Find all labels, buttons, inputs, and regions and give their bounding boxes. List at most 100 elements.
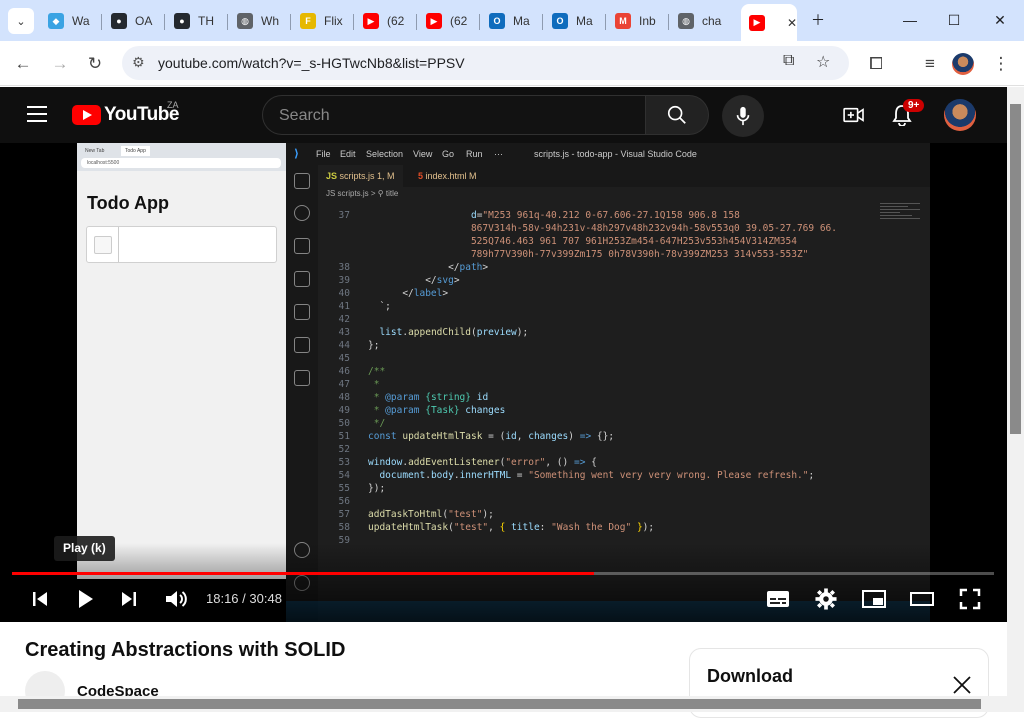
controls-gradient xyxy=(0,543,1007,623)
tab-separator xyxy=(416,14,417,30)
browser-tab[interactable]: ▶ ✕ xyxy=(741,4,797,41)
vscode-menu-item: Go xyxy=(442,149,455,159)
youtube-icon: ▶ xyxy=(426,13,442,29)
search-box[interactable] xyxy=(262,95,646,135)
miniplayer-button[interactable] xyxy=(861,586,887,612)
tab-separator xyxy=(353,14,354,30)
time-total: 30:48 xyxy=(249,591,282,606)
download-close-button[interactable] xyxy=(952,675,972,695)
subtitles-button[interactable] xyxy=(765,586,791,612)
vscode-logo-icon: ⟩ xyxy=(294,148,300,160)
browser-tab[interactable]: ● TH xyxy=(166,6,226,36)
editor-breadcrumb: JS scripts.js > ⚲ title xyxy=(326,189,399,198)
browser-tab[interactable]: ◆ Wa xyxy=(40,6,100,36)
theater-mode-button[interactable] xyxy=(909,586,935,612)
next-button[interactable] xyxy=(116,586,142,612)
editor-tab-index: 5 index.html M xyxy=(410,165,485,187)
notification-badge: 9+ xyxy=(903,99,925,112)
browser-tab[interactable]: ▶ (62 xyxy=(418,6,478,36)
address-bar[interactable]: ⚙ youtube.com/watch?v=_s-HGTwcNb8&list=P… xyxy=(122,46,849,80)
profile-avatar[interactable] xyxy=(952,53,974,75)
todo-app-title: Todo App xyxy=(87,193,169,213)
outlook-icon: O xyxy=(489,13,505,29)
close-icon xyxy=(953,676,971,694)
tab-search-button[interactable]: ⌄ xyxy=(8,8,34,34)
tab-separator xyxy=(290,14,291,30)
gear-icon xyxy=(815,588,837,610)
tab-label: scripts.js 1, M xyxy=(339,171,395,181)
todo-app-screenshot: New Tab Todo App localhost:5500 Todo App xyxy=(77,143,286,579)
browser-tab[interactable]: ◍ cha xyxy=(670,6,736,36)
account-avatar[interactable] xyxy=(944,99,976,131)
tab-favicon-diamond: ◆ xyxy=(48,13,64,29)
reload-button[interactable]: ↻ xyxy=(81,50,109,78)
volume-button[interactable] xyxy=(163,586,189,612)
voice-search-button[interactable] xyxy=(722,95,764,137)
horizontal-scrollbar[interactable] xyxy=(0,696,1007,712)
create-video-button[interactable] xyxy=(842,103,866,127)
browser-tab[interactable]: O Ma xyxy=(544,6,604,36)
window-close-button[interactable]: ✕ xyxy=(986,8,1014,32)
previous-button[interactable] xyxy=(27,586,53,612)
tab-separator xyxy=(605,14,606,30)
fullscreen-button[interactable] xyxy=(957,586,983,612)
vscode-titlebar: ⟩ File Edit Selection View Go Run ··· scripts.… xyxy=(286,143,930,165)
search-button[interactable] xyxy=(645,95,709,135)
maximize-button[interactable]: ☐ xyxy=(940,8,968,32)
menu-icon[interactable] xyxy=(27,106,47,122)
video-player[interactable]: New Tab Todo App localhost:5500 Todo App… xyxy=(0,143,1007,623)
youtube-icon: ▶ xyxy=(749,14,765,31)
mini-browser-chrome: New Tab Todo App localhost:5500 xyxy=(77,143,286,171)
extensions-icon[interactable]: ⧠ xyxy=(862,50,890,78)
tab-separator xyxy=(164,14,165,30)
browser-tab[interactable]: M Inb xyxy=(607,6,667,36)
progress-played xyxy=(12,572,594,575)
browser-tab-label: Flix xyxy=(324,14,343,28)
editor-tab-scripts: JS scripts.js 1, M xyxy=(318,165,403,187)
search-input[interactable] xyxy=(279,105,619,127)
vscode-menu-item: Edit xyxy=(340,149,356,159)
divider xyxy=(118,227,119,262)
time-display: 18:16 / 30:48 xyxy=(206,591,282,606)
browser-tab[interactable]: ▶ (62 xyxy=(355,6,415,36)
play-button[interactable] xyxy=(72,586,98,612)
address-url[interactable]: youtube.com/watch?v=_s-HGTwcNb8&list=PPS… xyxy=(158,55,465,71)
fullscreen-icon xyxy=(959,588,981,610)
vscode-menu-item: Selection xyxy=(366,149,404,159)
vscode-window-title: scripts.js - todo-app - Visual Studio Co… xyxy=(534,149,697,159)
progress-bar[interactable] xyxy=(12,572,994,575)
chrome-menu-icon[interactable]: ⋮ xyxy=(987,50,1015,78)
region-code: ZA xyxy=(167,100,179,110)
browser-tab[interactable]: O Ma xyxy=(481,6,541,36)
new-tab-button[interactable]: ＋ xyxy=(804,8,832,32)
globe-icon: ◍ xyxy=(678,13,694,29)
vertical-scrollbar-thumb[interactable] xyxy=(1010,104,1021,434)
media-controls-icon[interactable]: ≡ xyxy=(916,50,944,78)
browser-tab[interactable]: ◍ Wh xyxy=(229,6,289,36)
html-file-icon: 5 xyxy=(418,171,424,181)
horizontal-scrollbar-thumb[interactable] xyxy=(18,699,981,709)
tab-separator xyxy=(101,14,102,30)
bookmark-star-icon[interactable]: ☆ xyxy=(816,52,830,72)
vertical-scrollbar[interactable] xyxy=(1007,87,1024,712)
browser-tab[interactable]: F Flix xyxy=(292,6,352,36)
previous-icon xyxy=(33,592,47,606)
forward-button[interactable]: → xyxy=(46,50,74,78)
extensions-icon xyxy=(294,337,310,353)
youtube-icon: ▶ xyxy=(363,13,379,29)
minimize-button[interactable]: — xyxy=(896,8,924,32)
browser-tab-label: OA xyxy=(135,14,153,28)
todo-checkbox xyxy=(94,236,112,254)
site-info-icon[interactable]: ⚙ xyxy=(132,54,145,71)
todo-input-box xyxy=(86,226,277,263)
settings-button[interactable] xyxy=(813,586,839,612)
back-button[interactable]: ← xyxy=(9,50,37,78)
browser-tab[interactable]: ● OA xyxy=(103,6,163,36)
browser-tab-label: (62 xyxy=(387,14,405,28)
tab-close-icon[interactable]: ✕ xyxy=(787,16,797,30)
tab-separator xyxy=(479,14,480,30)
youtube-header: YouTube ZA 9+ xyxy=(0,87,1007,143)
outlook-icon: O xyxy=(552,13,568,29)
install-app-icon[interactable]: ⧉ xyxy=(783,52,794,70)
youtube-logo[interactable]: YouTube xyxy=(72,104,179,126)
